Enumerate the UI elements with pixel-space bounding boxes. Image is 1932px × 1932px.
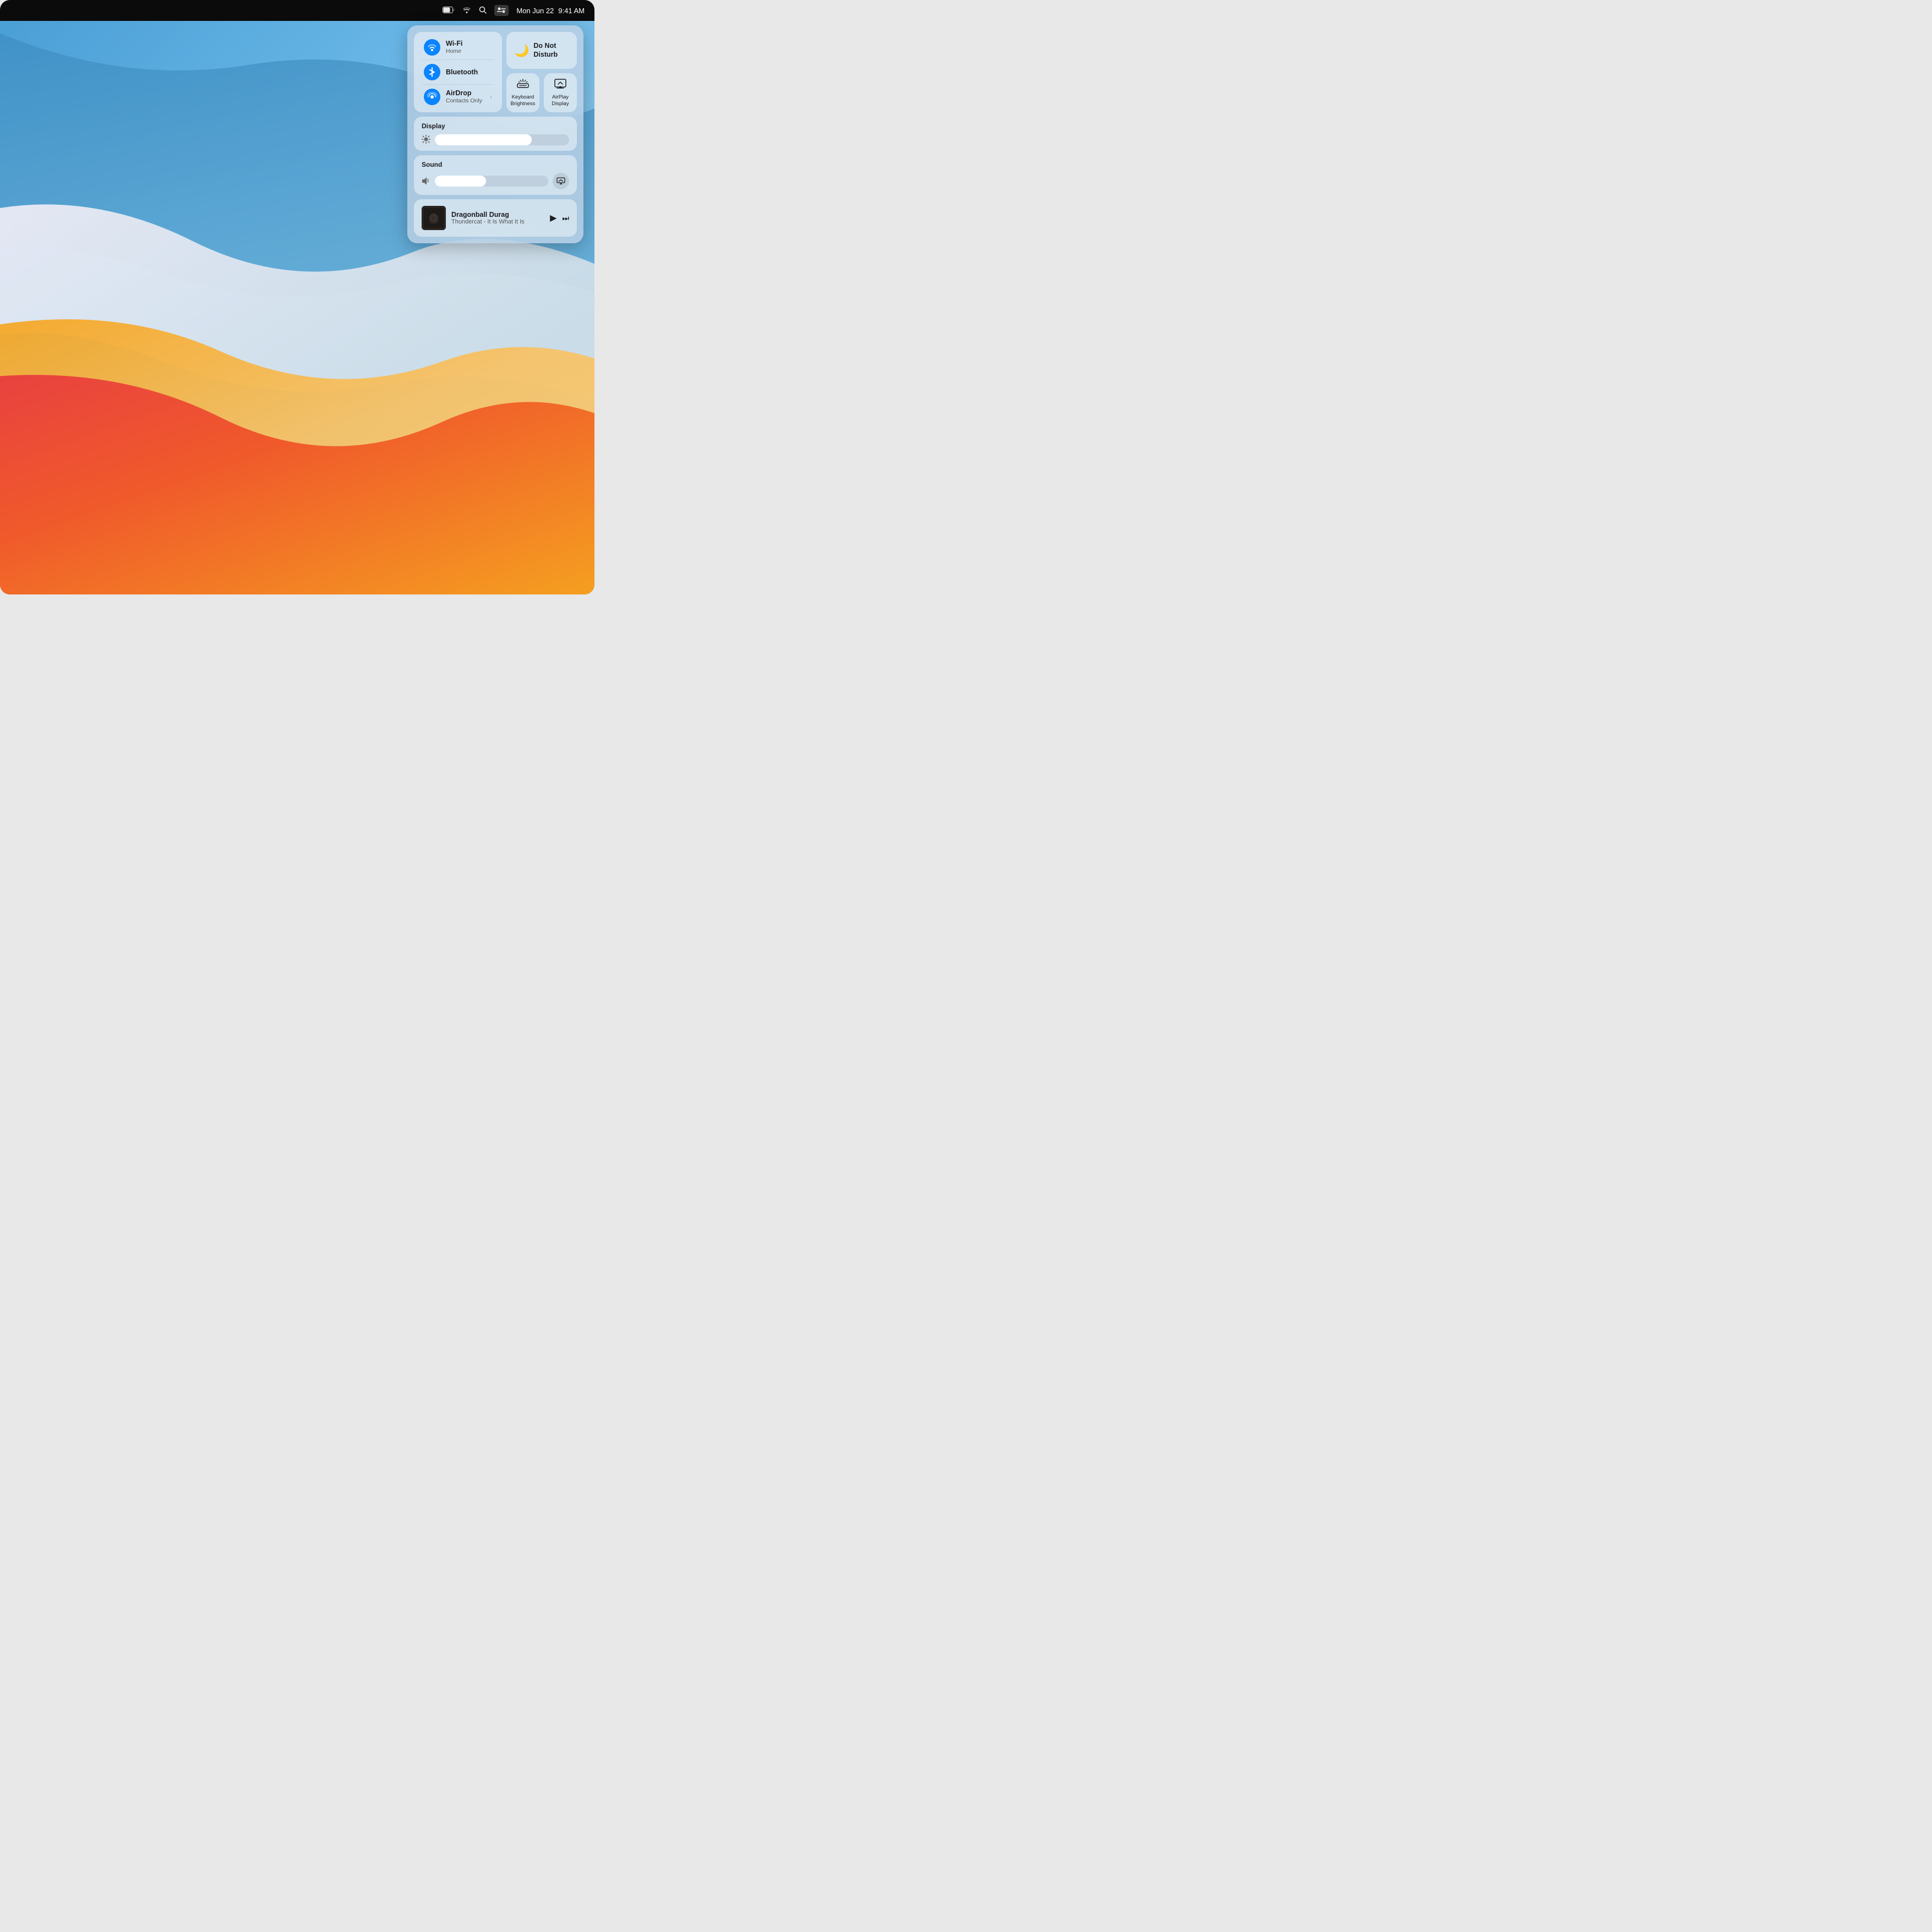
airplay-display-label: AirPlayDisplay	[552, 94, 569, 107]
cc-right-col: 🌙 Do NotDisturb	[506, 32, 577, 112]
brightness-slider[interactable]	[435, 134, 569, 145]
airplay-display-btn[interactable]: AirPlayDisplay	[544, 73, 577, 112]
display-slider-row	[422, 134, 569, 145]
track-info: Dragonball Durag Thundercat - It Is What…	[451, 211, 544, 225]
keyboard-brightness-label: KeyboardBrightness	[511, 94, 536, 107]
display-label: Display	[422, 122, 569, 130]
menubar-date: Mon Jun 22	[516, 7, 554, 15]
volume-icon	[422, 177, 430, 186]
volume-slider[interactable]	[435, 176, 548, 187]
mac-bezel: Mon Jun 22 9:41 AM	[0, 0, 594, 594]
search-menubar-icon[interactable]	[479, 6, 487, 15]
play-button[interactable]: ▶	[550, 212, 556, 223]
dnd-label: Do NotDisturb	[533, 42, 558, 59]
brightness-icon	[422, 135, 430, 145]
wifi-menubar-icon	[462, 6, 471, 15]
dnd-toggle[interactable]: 🌙 Do NotDisturb	[506, 32, 577, 69]
wifi-title: Wi-Fi	[446, 40, 462, 48]
brightness-fill	[435, 134, 532, 145]
wifi-icon-circle	[424, 39, 440, 56]
sound-airplay-btn[interactable]	[553, 173, 569, 189]
bluetooth-title: Bluetooth	[446, 68, 478, 77]
keyboard-brightness-icon	[517, 79, 529, 92]
track-title: Dragonball Durag	[451, 211, 544, 219]
airdrop-chevron: ›	[490, 94, 492, 100]
airdrop-title: AirDrop	[446, 89, 482, 97]
cc-connectivity-block: Wi-Fi Home Bluetooth	[414, 32, 502, 112]
track-artist: Thundercat - It Is What It Is	[451, 219, 544, 225]
volume-fill	[435, 176, 486, 187]
dnd-icon: 🌙	[514, 43, 529, 58]
airdrop-toggle[interactable]: AirDrop Contacts Only ›	[416, 85, 500, 109]
battery-icon	[443, 6, 455, 15]
display-section: Display	[414, 117, 577, 151]
wifi-text: Wi-Fi Home	[446, 40, 462, 55]
bluetooth-icon-circle	[424, 64, 440, 80]
album-art	[422, 206, 446, 230]
menubar-time: 9:41 AM	[558, 7, 585, 15]
wifi-subtitle: Home	[446, 48, 462, 55]
bluetooth-toggle[interactable]: Bluetooth	[416, 60, 500, 84]
menubar: Mon Jun 22 9:41 AM	[0, 0, 594, 21]
skip-button[interactable]: ⏭	[562, 214, 569, 223]
cc-small-row: KeyboardBrightness AirPlayDisp	[506, 73, 577, 112]
airplay-display-icon	[554, 79, 566, 92]
airplay-sound-icon	[556, 177, 565, 185]
wifi-toggle[interactable]: Wi-Fi Home	[416, 35, 500, 59]
bluetooth-text: Bluetooth	[446, 68, 478, 77]
control-center-menubar-icon[interactable]	[494, 5, 509, 16]
airdrop-icon-circle	[424, 89, 440, 105]
keyboard-brightness-btn[interactable]: KeyboardBrightness	[506, 73, 539, 112]
cc-top-row: Wi-Fi Home Bluetooth	[414, 32, 577, 112]
menubar-datetime[interactable]: Mon Jun 22 9:41 AM	[516, 7, 585, 15]
sound-row	[422, 173, 569, 189]
sound-section: Sound	[414, 155, 577, 195]
airdrop-text: AirDrop Contacts Only	[446, 89, 482, 105]
sound-label: Sound	[422, 161, 569, 168]
playback-controls: ▶ ⏭	[550, 212, 569, 223]
control-center-panel: Wi-Fi Home Bluetooth	[407, 25, 583, 243]
now-playing-section: Dragonball Durag Thundercat - It Is What…	[414, 199, 577, 237]
airdrop-subtitle: Contacts Only	[446, 97, 482, 105]
